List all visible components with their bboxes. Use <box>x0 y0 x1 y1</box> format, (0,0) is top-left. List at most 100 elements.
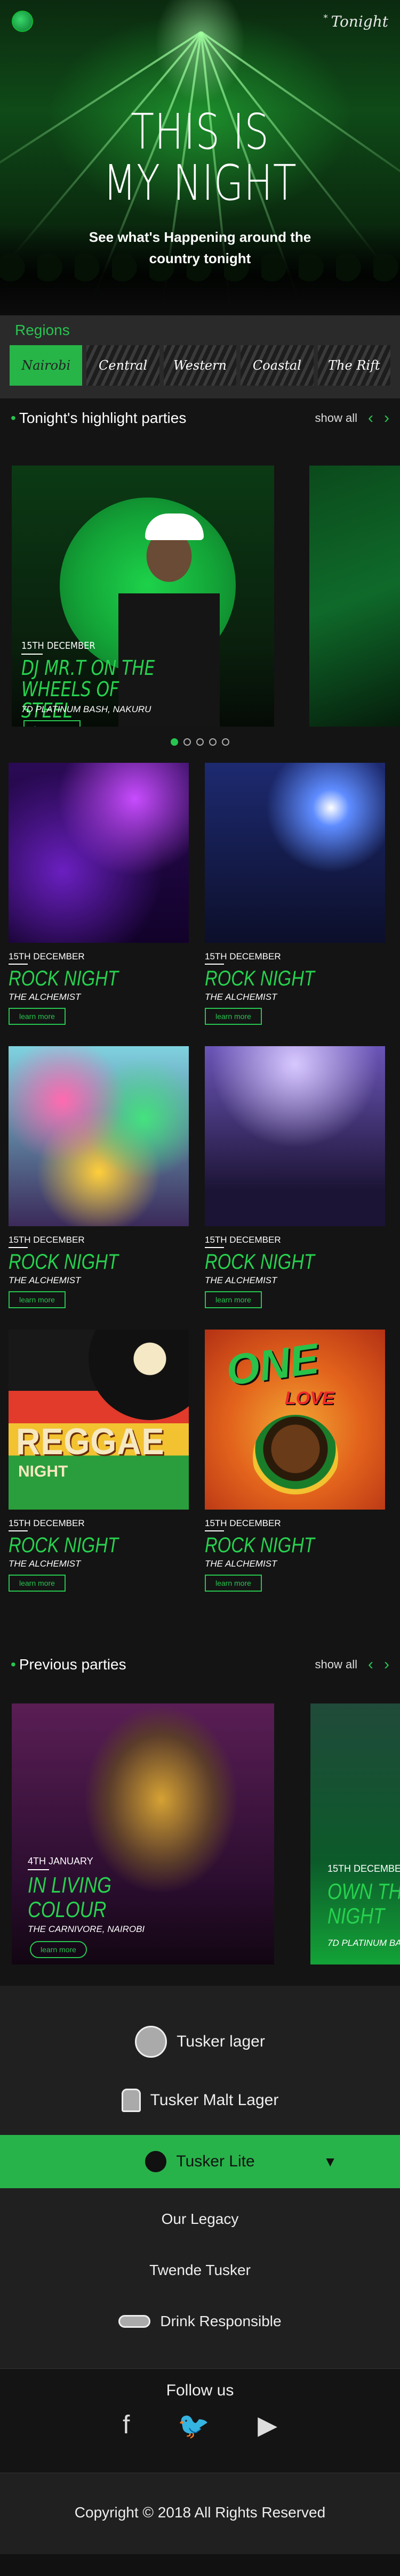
event-card[interactable]: 15TH DECEMBER ROCK NIGHT THE ALCHEMIST l… <box>205 763 385 1025</box>
regions-list: Nairobi Central Western Coastal The Rift <box>10 345 391 386</box>
event-venue: 7D PLATINUM BASH, NAKURU <box>21 704 151 714</box>
pagination-dot[interactable] <box>196 738 204 746</box>
event-venue: THE ALCHEMIST <box>205 992 277 1002</box>
region-central[interactable]: Central <box>86 345 159 386</box>
hero-title-line2: MY NIGHT <box>103 154 297 211</box>
learn-more-button[interactable]: learn more <box>9 1291 66 1308</box>
regions-title: Regions <box>15 322 70 338</box>
chevron-right-icon[interactable]: › <box>384 1656 389 1674</box>
menu-item-label: Twende Tusker <box>149 2262 251 2278</box>
chevron-left-icon[interactable]: ‹ <box>368 409 373 427</box>
event-venue: THE ALCHEMIST <box>9 1275 81 1285</box>
follow-us-section: Follow us f 🐦 ▶ <box>0 2368 400 2473</box>
learn-more-button[interactable]: learn more <box>9 1008 66 1025</box>
learn-more-button[interactable]: learn more <box>205 1575 262 1592</box>
event-card[interactable]: ONE LOVE 15TH DECEMBER ROCK NIGHT THE AL… <box>205 1330 385 1592</box>
event-date: 15TH DECEMBER <box>205 1518 385 1531</box>
menu-item-label: Our Legacy <box>161 2211 239 2227</box>
previous-party-card[interactable]: 4TH JANUARY IN LIVING COLOUR THE CARNIVO… <box>12 1703 274 1964</box>
youtube-icon[interactable]: ▶ <box>258 2410 277 2441</box>
event-card[interactable]: 15TH DECEMBER ROCK NIGHT THE ALCHEMIST l… <box>205 1046 385 1308</box>
hero-subtitle: See what's Happening around the country … <box>89 229 311 266</box>
reggae-night-artwork: REGGAE NIGHT <box>9 1330 189 1510</box>
event-venue: THE ALCHEMIST <box>9 992 81 1002</box>
event-photo <box>205 1046 385 1226</box>
show-all-link[interactable]: show all <box>315 411 357 425</box>
menu-item-drink-responsible[interactable]: Drink Responsible <box>0 2296 400 2347</box>
learn-more-button[interactable]: learn more <box>30 1941 87 1958</box>
event-title: ROCK NIGHT <box>205 1250 315 1274</box>
drink-responsible-icon <box>118 2315 151 2328</box>
event-title: ROCK NIGHT <box>9 967 118 990</box>
learn-more-button[interactable]: learn more <box>9 1575 66 1592</box>
twitter-icon[interactable]: 🐦 <box>178 2410 210 2441</box>
tusker-lite-icon <box>145 2151 167 2172</box>
highlight-card[interactable]: 15TH DECEMBER DJ MR.T ON THE WHEELS OF S… <box>12 466 274 727</box>
region-coastal[interactable]: Coastal <box>241 345 314 386</box>
highlights-header: • Tonight's highlight parties show all ‹ … <box>0 398 400 438</box>
caret-down-icon[interactable]: ▼ <box>323 2154 337 2170</box>
pagination-dot[interactable] <box>171 738 178 746</box>
highlights-title: • Tonight's highlight parties <box>11 410 186 427</box>
menu-item-our-legacy[interactable]: Our Legacy <box>0 2194 400 2245</box>
rasta-face-graphic <box>253 1415 338 1500</box>
event-date: 15TH DECEMBER <box>9 1235 189 1248</box>
artwork-subtext: NIGHT <box>18 1463 68 1480</box>
event-title: ROCK NIGHT <box>205 967 315 990</box>
event-date: 15TH DECEMBER <box>205 951 385 965</box>
region-the-rift[interactable]: The Rift <box>317 345 391 386</box>
event-venue: THE CARNIVORE, NAIROBI <box>28 1924 145 1934</box>
follow-us-title: Follow us <box>166 2382 234 2399</box>
chevron-left-icon[interactable]: ‹ <box>368 1656 373 1674</box>
regions-section: Regions Nairobi Central Western Coastal … <box>0 315 400 398</box>
artwork-text: REGGAE <box>16 1421 165 1462</box>
previous-title-text: Previous parties <box>19 1656 126 1673</box>
vinyl-record-graphic <box>89 1330 189 1420</box>
event-date: 15TH DECEMBER <box>327 1863 400 1874</box>
learn-more-button[interactable]: learn more <box>205 1008 262 1025</box>
highlights-nav: show all ‹ › <box>315 409 389 427</box>
artwork-subtext: LOVE <box>285 1388 334 1408</box>
event-date: 15TH DECEMBER <box>9 951 189 965</box>
event-photo <box>205 763 385 943</box>
hero-title-line1: THIS IS <box>131 103 269 160</box>
event-date: 15TH DECEMBER <box>21 640 95 655</box>
show-all-link[interactable]: show all <box>315 1658 357 1672</box>
pagination-dot[interactable] <box>209 738 217 746</box>
highlight-card-next[interactable] <box>309 466 400 727</box>
previous-parties-section: • Previous parties show all ‹ › 4TH JANUA… <box>0 1645 400 1986</box>
menu-item-label: Tusker lager <box>177 2033 265 2050</box>
chevron-right-icon[interactable]: › <box>384 409 389 427</box>
event-venue: THE ALCHEMIST <box>205 1559 277 1569</box>
event-card[interactable]: 15TH DECEMBER ROCK NIGHT THE ALCHEMIST l… <box>9 763 189 1025</box>
event-photo <box>9 1046 189 1226</box>
pagination-dot[interactable] <box>183 738 191 746</box>
highlights-title-text: Tonight's highlight parties <box>19 410 187 426</box>
event-card[interactable]: 15TH DECEMBER ROCK NIGHT THE ALCHEMIST l… <box>9 1046 189 1308</box>
learn-more-button[interactable]: learn more <box>205 1291 262 1308</box>
event-date: 15TH DECEMBER <box>9 1518 189 1531</box>
pagination-dot[interactable] <box>222 738 229 746</box>
menu-item-tusker-lager[interactable]: Tusker lager <box>0 2012 400 2071</box>
artwork-text: ONE <box>223 1334 322 1395</box>
event-venue: 7D PLATINUM BASH <box>327 1938 400 1948</box>
malt-lager-icon <box>121 2089 141 2112</box>
tonight-dropdown[interactable]: * Tonight <box>323 13 388 30</box>
event-title: IN LIVING COLOUR <box>28 1872 111 1922</box>
bullet-icon: • <box>11 1656 16 1673</box>
event-card[interactable]: REGGAE NIGHT 15TH DECEMBER ROCK NIGHT TH… <box>9 1330 189 1592</box>
previous-party-card-next[interactable]: 15TH DECEMBER OWN THE NIGHT 7D PLATINUM … <box>310 1703 400 1964</box>
one-love-artwork: ONE LOVE <box>205 1330 385 1510</box>
region-nairobi[interactable]: Nairobi <box>10 345 83 386</box>
learn-more-button[interactable]: learn more <box>23 720 81 727</box>
menu-item-tusker-malt[interactable]: Tusker Malt Lager <box>0 2071 400 2130</box>
menu-item-tusker-lite[interactable]: Tusker Lite ▼ <box>0 2135 400 2188</box>
facebook-icon[interactable]: f <box>123 2410 130 2441</box>
menu-item-twende-tusker[interactable]: Twende Tusker <box>0 2245 400 2296</box>
event-title: ROCK NIGHT <box>205 1534 315 1557</box>
highlights-carousel: 15TH DECEMBER DJ MR.T ON THE WHEELS OF S… <box>0 438 400 757</box>
region-western[interactable]: Western <box>163 345 237 386</box>
event-title: ROCK NIGHT <box>9 1534 118 1557</box>
menu-item-label: Drink Responsible <box>160 2313 282 2329</box>
tusker-logo[interactable] <box>12 11 33 32</box>
